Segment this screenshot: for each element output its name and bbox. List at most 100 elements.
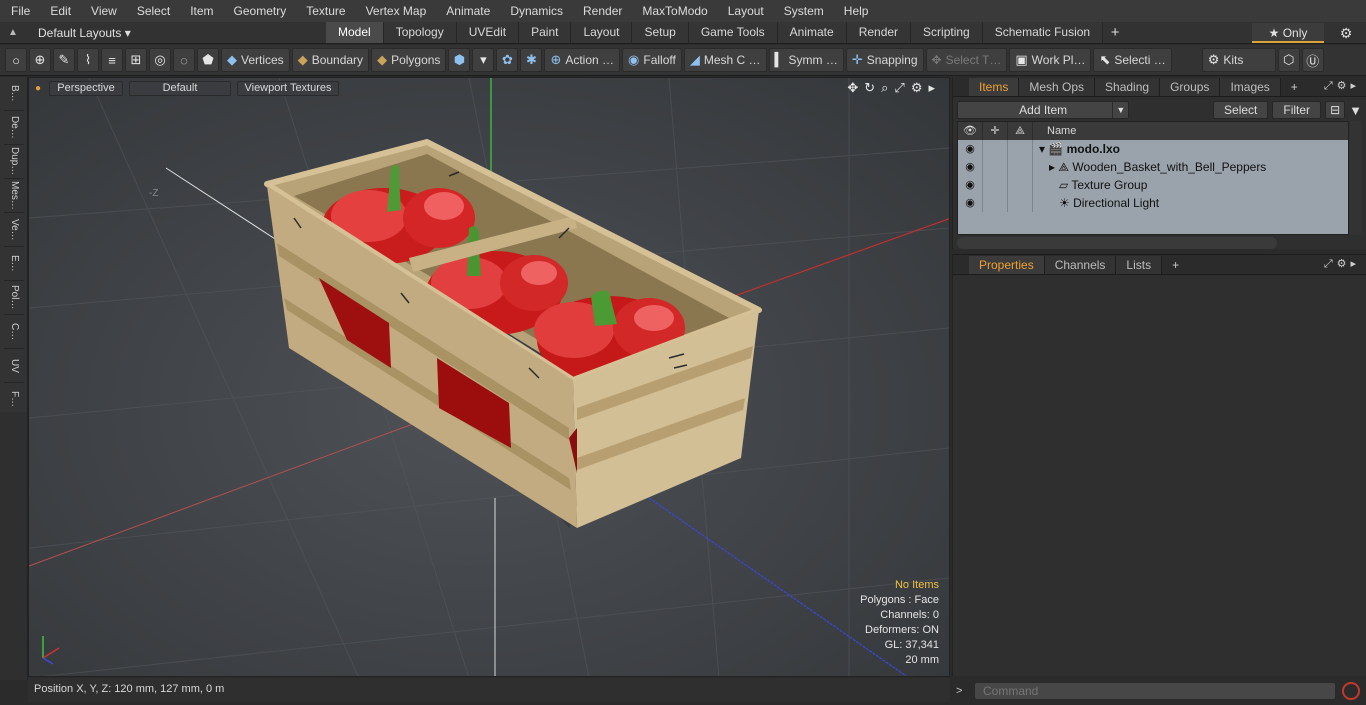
menu-layout[interactable]: Layout: [718, 0, 774, 22]
polygons-button[interactable]: ◆ Polygons: [371, 48, 447, 72]
menu-render[interactable]: Render: [573, 0, 632, 22]
tab-scripting[interactable]: Scripting: [911, 22, 983, 43]
move-view-icon[interactable]: ✥: [847, 80, 858, 96]
list-item[interactable]: ◉ ▱ Texture Group: [958, 176, 1348, 194]
eye-icon[interactable]: ◉: [958, 194, 983, 212]
falloff-button[interactable]: ◉ Falloff: [622, 48, 682, 72]
tab-setup[interactable]: Setup: [632, 22, 689, 43]
shield-icon[interactable]: ⬟: [197, 48, 219, 72]
viewport-menu-icon[interactable]: ●: [33, 81, 43, 97]
visibility-column-icon[interactable]: 👁: [958, 122, 983, 140]
command-input[interactable]: [974, 681, 1336, 700]
tab-topology[interactable]: Topology: [383, 22, 457, 43]
collapse-icon[interactable]: ⊟: [1325, 101, 1346, 119]
rotate-view-icon[interactable]: ↻: [864, 80, 875, 96]
tab-render[interactable]: Render: [846, 22, 912, 43]
left-tab-basic[interactable]: B…: [4, 77, 24, 111]
tab-shading[interactable]: Shading: [1095, 78, 1161, 96]
menu-file[interactable]: File: [0, 0, 40, 22]
menu-help[interactable]: Help: [834, 0, 879, 22]
layout-collapse-icon[interactable]: ▲: [0, 27, 26, 38]
left-tab-duplicate[interactable]: Dup…: [4, 145, 24, 179]
left-tab-deform[interactable]: De…: [4, 111, 24, 145]
tab-properties[interactable]: Properties: [969, 256, 1045, 274]
selection-sets-button[interactable]: ⬉ Selecti …: [1093, 48, 1172, 72]
viewport-settings-icon[interactable]: ⚙: [911, 80, 923, 96]
tab-uvedit[interactable]: UVEdit: [456, 22, 520, 43]
expand-icon[interactable]: ▸: [1049, 160, 1058, 174]
items-hscrollbar[interactable]: [957, 237, 1277, 249]
action-center-button[interactable]: ⊕ Action …: [544, 48, 621, 72]
item-mode-icon[interactable]: ⬢: [448, 48, 471, 72]
eye-icon[interactable]: ◉: [958, 158, 983, 176]
menu-dynamics[interactable]: Dynamics: [500, 0, 573, 22]
menu-vertex-map[interactable]: Vertex Map: [356, 0, 437, 22]
tab-game-tools[interactable]: Game Tools: [688, 22, 778, 43]
panel-options-icon[interactable]: ⤢⚙▸: [1324, 79, 1360, 93]
filter-button[interactable]: Filter: [1272, 101, 1322, 119]
circle-select-icon[interactable]: ○: [5, 48, 27, 72]
tab-layout[interactable]: Layout: [571, 22, 633, 43]
3d-viewport[interactable]: -Z ● Perspective Default Viewport Textur…: [28, 77, 950, 677]
eye-icon[interactable]: ◉: [958, 176, 983, 194]
tab-lists[interactable]: Lists: [1116, 256, 1163, 274]
menu-maxtomodo[interactable]: MaxToModo: [632, 0, 717, 22]
eye-icon[interactable]: ◉: [958, 140, 983, 158]
panel-options-icon[interactable]: ⤢⚙▸: [1324, 257, 1360, 271]
add-tab-icon[interactable]: +: [1281, 78, 1308, 96]
pivot-icon[interactable]: ✱: [520, 48, 543, 72]
left-tab-edge[interactable]: E…: [4, 247, 24, 281]
name-header[interactable]: Name: [1033, 122, 1076, 140]
symmetry-button[interactable]: ▍ Symm …: [768, 48, 844, 72]
menu-geometry[interactable]: Geometry: [224, 0, 297, 22]
add-tab-icon[interactable]: +: [1103, 22, 1127, 43]
center-icon[interactable]: ⊞: [125, 48, 147, 72]
list-item[interactable]: ◉ ☀ Directional Light: [958, 194, 1348, 212]
select-through-button[interactable]: ✥ Select T…: [925, 48, 1008, 72]
list-item[interactable]: ◉ ▾ 🎬 modo.lxo: [958, 140, 1348, 158]
unity-icon[interactable]: ⬡: [1277, 48, 1300, 72]
globe-icon[interactable]: ⊕: [29, 48, 51, 72]
stop-icon[interactable]: [1342, 681, 1360, 700]
unreal-icon[interactable]: Ⓤ: [1301, 48, 1324, 72]
chevron-down-icon[interactable]: ▼: [1112, 102, 1128, 118]
list-item[interactable]: ◉ ▸ ⟁ Wooden_Basket_with_Bell_Peppers: [958, 158, 1348, 176]
align-icon[interactable]: ≡: [101, 48, 123, 72]
pen-icon[interactable]: ✎: [53, 48, 75, 72]
tab-channels[interactable]: Channels: [1044, 256, 1117, 274]
menu-texture[interactable]: Texture: [296, 0, 355, 22]
chevron-down-icon[interactable]: ▾: [472, 48, 495, 72]
tab-groups[interactable]: Groups: [1160, 78, 1221, 96]
tab-mesh-ops[interactable]: Mesh Ops: [1019, 78, 1096, 96]
mesh-constraint-button[interactable]: ◢ Mesh C …: [683, 48, 767, 72]
viewport-arrow-icon[interactable]: ▸: [928, 80, 935, 96]
layout-selector[interactable]: Default Layouts ▾: [26, 26, 326, 40]
type-column-icon[interactable]: ⟁: [1008, 122, 1033, 140]
work-plane-button[interactable]: ▣ Work Pl…: [1009, 48, 1092, 72]
vertices-button[interactable]: ◆ Vertices: [221, 48, 290, 72]
add-item-button[interactable]: Add Item ▼: [957, 101, 1130, 119]
left-tab-uv[interactable]: UV: [4, 349, 24, 383]
menu-item[interactable]: Item: [180, 0, 223, 22]
left-tab-mesh-edit[interactable]: Mes…: [4, 179, 24, 213]
left-tab-polygon[interactable]: Pol…: [4, 281, 24, 315]
select-button[interactable]: Select: [1213, 101, 1269, 119]
gear-icon[interactable]: ⚙: [1336, 23, 1356, 43]
left-tab-vertex[interactable]: Ve…: [4, 213, 24, 247]
snapping-button[interactable]: ✛ Snapping: [845, 48, 924, 72]
left-tab-curve[interactable]: C…: [4, 315, 24, 349]
kits-button[interactable]: ⚙ Kits: [1201, 48, 1276, 72]
menu-system[interactable]: System: [774, 0, 834, 22]
perspective-dropdown[interactable]: Perspective: [49, 81, 123, 96]
only-button[interactable]: ★ Only: [1252, 23, 1324, 43]
funnel-icon[interactable]: ▼: [1349, 103, 1362, 118]
boundary-button[interactable]: ◆ Boundary: [291, 48, 370, 72]
maximize-view-icon[interactable]: ⤢: [894, 80, 904, 96]
tab-images[interactable]: Images: [1220, 78, 1281, 96]
material-icon[interactable]: ✿: [496, 48, 519, 72]
tab-items[interactable]: Items: [969, 78, 1020, 96]
viewport-textures-dropdown[interactable]: Viewport Textures: [237, 81, 339, 96]
expand-icon[interactable]: ▾: [1039, 142, 1048, 156]
tab-animate[interactable]: Animate: [777, 22, 847, 43]
brush-icon[interactable]: ⌇: [77, 48, 99, 72]
